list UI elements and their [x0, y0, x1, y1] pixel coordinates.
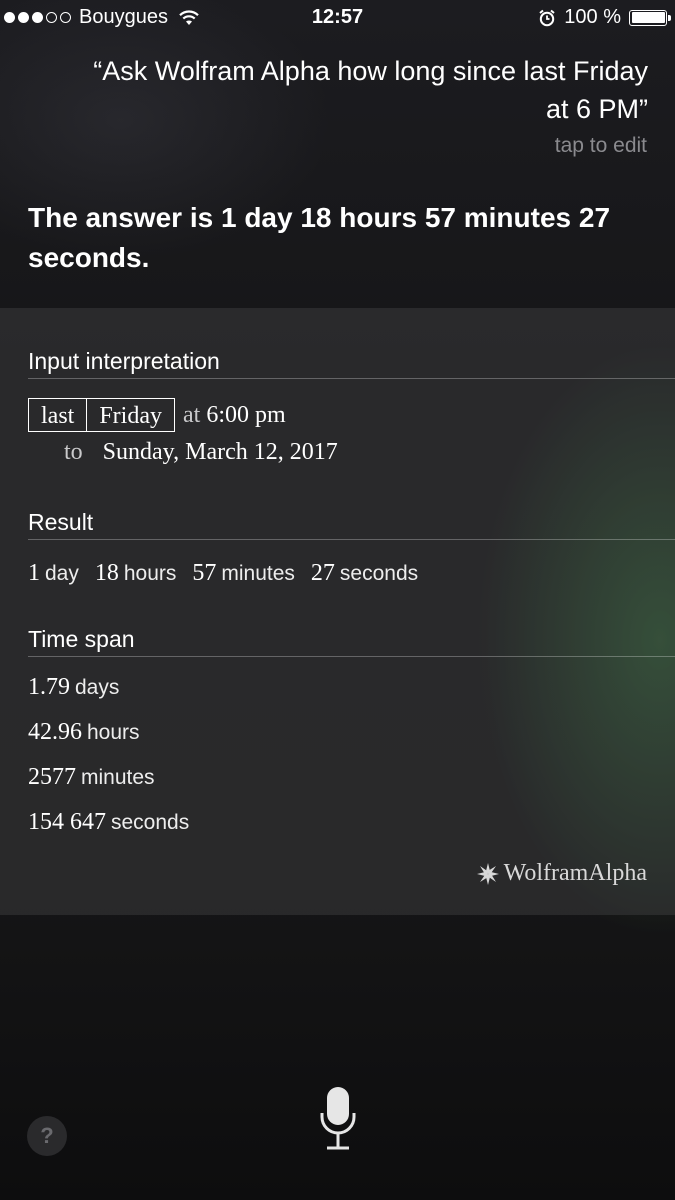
- time-span-item: 1.79 days: [28, 674, 120, 700]
- interpretation-box-friday: Friday: [87, 398, 175, 432]
- time-span-item: 2577 minutes: [28, 764, 155, 790]
- wolfram-alpha-logo-text: WolframAlpha: [503, 860, 647, 886]
- status-bar: Bouygues 12:57 100 %: [0, 0, 675, 40]
- time-span-list: 1.79 days 42.96 hours 2577 minutes 154 647 s…: [28, 674, 189, 854]
- result-part: 18 hours: [94, 560, 177, 586]
- input-interpretation-content: last Friday at 6:00 pm to Sunday, March …: [28, 397, 338, 466]
- siri-answer: The answer is 1 day 18 hours 57 minutes …: [28, 202, 611, 273]
- divider: [28, 656, 675, 657]
- result-title: Result: [28, 509, 94, 535]
- to-word: to: [64, 439, 83, 465]
- battery-icon: [629, 9, 671, 26]
- at-time: 6:00 pm: [206, 401, 286, 428]
- battery-percent: 100 %: [564, 6, 621, 28]
- time-span-item: 42.96 hours: [28, 719, 140, 745]
- time-span-title: Time span: [28, 626, 135, 652]
- siri-query-text[interactable]: “Ask Wolfram Alpha how long since last F…: [88, 52, 648, 128]
- input-interpretation-title: Input interpretation: [28, 348, 220, 374]
- to-date: Sunday, March 12, 2017: [102, 439, 338, 465]
- time-span-item: 154 647 seconds: [28, 809, 190, 835]
- at-word: at: [183, 401, 201, 428]
- wolfram-alpha-logo[interactable]: WolframAlpha: [476, 860, 647, 887]
- wolfram-spikey-icon: [476, 862, 499, 885]
- interpretation-box-last: last: [28, 398, 88, 432]
- result-value: 1 day 18 hours 57 minutes 27 seconds: [28, 559, 418, 587]
- wolfram-result-card[interactable]: Input interpretation last Friday at 6:00…: [0, 308, 675, 915]
- microphone-icon[interactable]: [318, 1085, 358, 1155]
- result-part: 57 minutes: [192, 560, 295, 586]
- tap-to-edit-link[interactable]: tap to edit: [555, 134, 647, 158]
- result-part: 27 seconds: [310, 560, 419, 586]
- help-button[interactable]: ?: [27, 1116, 67, 1156]
- divider: [28, 378, 675, 379]
- result-part: 1 day: [28, 560, 79, 586]
- alarm-icon: [539, 9, 555, 26]
- divider: [28, 539, 675, 540]
